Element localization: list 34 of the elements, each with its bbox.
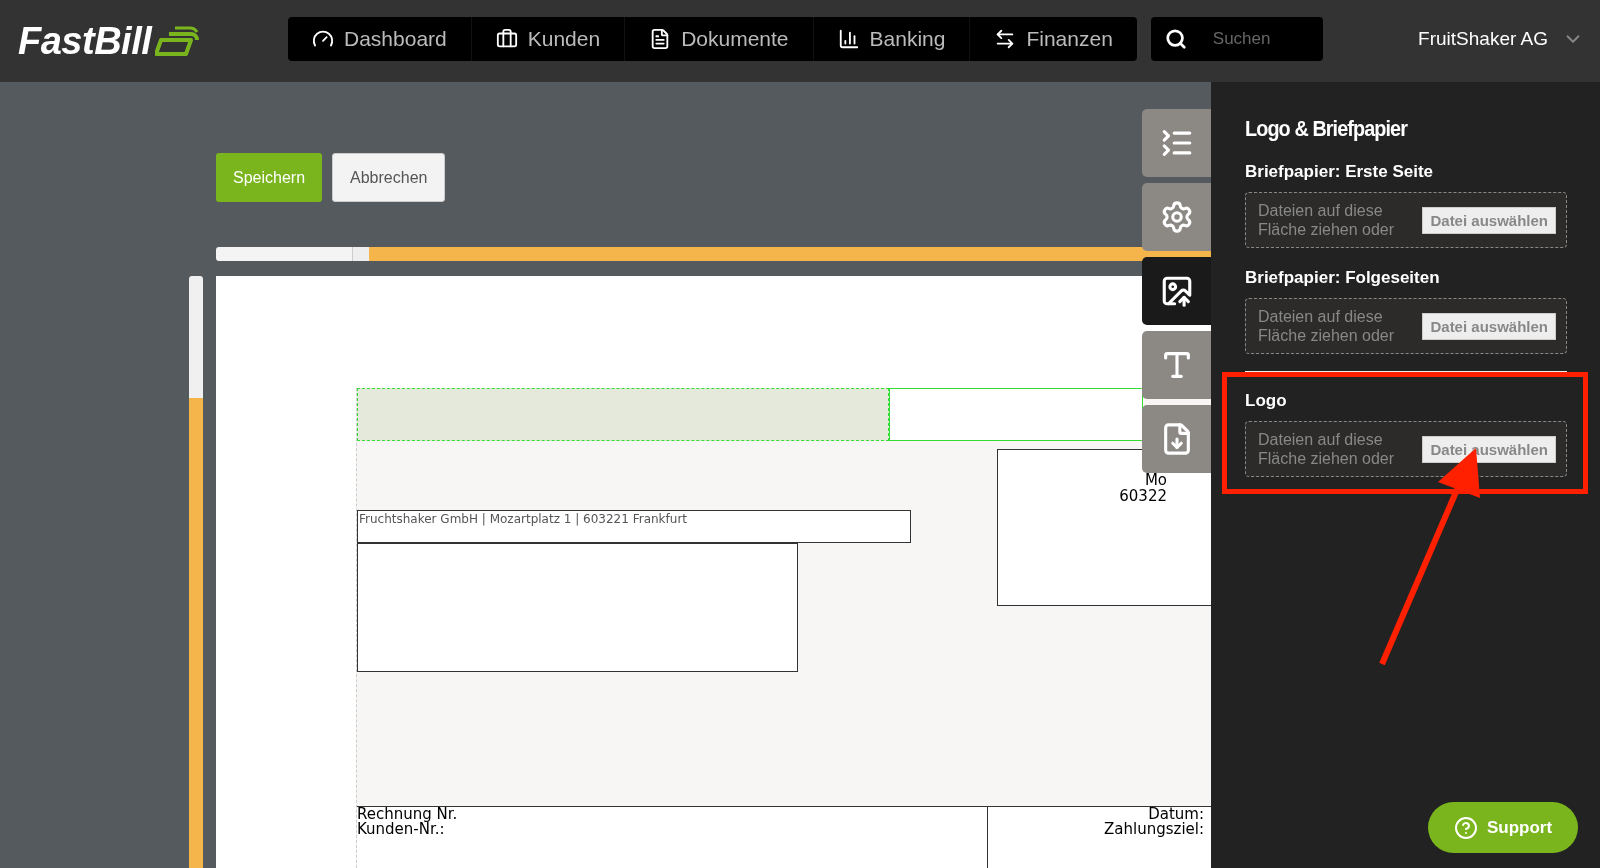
logo-icon	[155, 26, 200, 56]
help-icon	[1453, 815, 1478, 840]
address-line: Mo	[1144, 472, 1167, 488]
search-icon	[1164, 28, 1187, 50]
section-heading: Logo	[1245, 391, 1288, 411]
side-tab[interactable]	[1142, 257, 1211, 325]
search-field[interactable]: Suchen	[1150, 17, 1323, 61]
address-line: 60322	[1119, 488, 1167, 504]
info-label: Zahlungsziel:	[1104, 822, 1204, 837]
nav-item[interactable]: Dokumente	[625, 17, 814, 61]
info-label: Datum:	[1148, 807, 1204, 822]
dropzone[interactable]: Dateien auf diese Fläche ziehen oder Datei auswählen	[1245, 421, 1567, 477]
info-label: Rechnung Nr.	[357, 807, 459, 822]
briefcase-icon	[495, 28, 518, 50]
dropzone[interactable]: Dateien auf diese Fläche ziehen oder Datei auswählen	[1245, 192, 1567, 248]
dropzone-text: Dateien auf diese Fläche ziehen oder	[1258, 201, 1396, 239]
info-label: Kunden-Nr.:	[357, 822, 446, 837]
recipient-field[interactable]	[357, 543, 798, 672]
bar-chart-icon	[837, 28, 860, 50]
dropzone-text: Dateien auf diese Fläche ziehen oder	[1258, 307, 1396, 345]
nav-item[interactable]: Kunden	[471, 17, 626, 61]
dropzone[interactable]: Dateien auf diese Fläche ziehen oder Datei auswählen	[1245, 298, 1567, 354]
nav-item[interactable]: Finanzen	[970, 17, 1137, 61]
nav-item[interactable]: Banking	[813, 17, 971, 61]
sender-line-field[interactable]: Fruchtshaker GmbH | Mozartplatz 1 | 603221 Frankfurt	[357, 510, 911, 543]
section-heading: Briefpapier: Folgeseiten	[1245, 268, 1441, 288]
cancel-button[interactable]: Abbrechen	[332, 153, 446, 202]
dropzone-text: Dateien auf diese Fläche ziehen oder	[1258, 430, 1396, 468]
section-heading: Briefpapier: Erste Seite	[1245, 162, 1434, 182]
logo-text: FastBill	[18, 19, 152, 63]
header-field[interactable]	[889, 388, 1143, 441]
nav-item[interactable]: Dashboard	[288, 17, 472, 61]
account-menu[interactable]: FruitShaker AG	[1418, 28, 1600, 50]
panel-title: Logo & Briefpapier	[1245, 116, 1409, 142]
